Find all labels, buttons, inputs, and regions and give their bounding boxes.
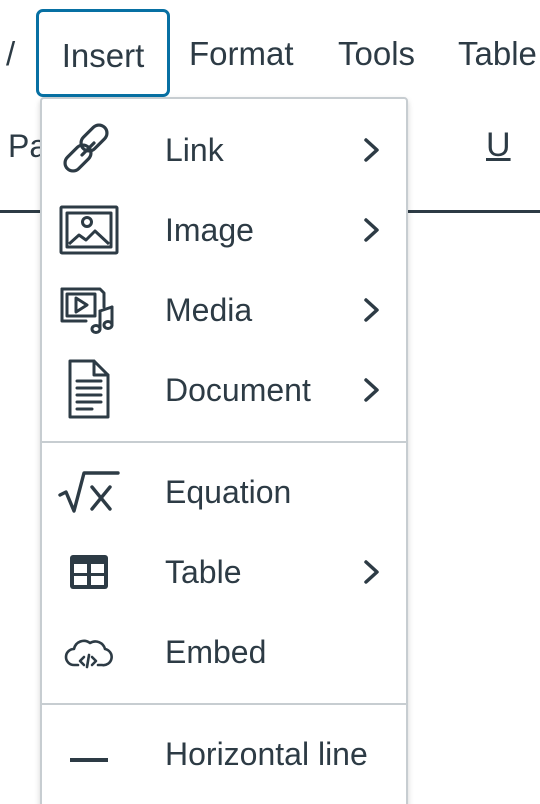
menu-item-equation[interactable]: Equation [42,453,406,531]
underline-button[interactable]: U [486,126,511,165]
menu-view-partial[interactable]: / [6,0,15,104]
menu-divider [42,441,406,443]
menu-item-image[interactable]: Image [42,191,406,269]
menu-item-label: Horizontal line [165,736,368,772]
menu-item-document[interactable]: Document [42,351,406,429]
chevron-right-icon [360,215,384,245]
menu-item-label: Equation [165,474,292,510]
link-icon [56,117,120,181]
horizontal-line-icon [56,721,120,785]
table-icon [56,539,120,603]
menu-insert[interactable]: Insert [36,9,170,97]
menubar: / Insert Format Tools Table [0,0,540,104]
menu-item-label: Embed [165,634,267,670]
insert-menu: Link Image Media Document Equation Table… [40,97,408,804]
menu-item-label: Media [165,292,253,328]
chevron-right-icon [360,375,384,405]
image-icon [56,197,120,261]
menu-item-label: Table [165,554,242,590]
menu-item-table[interactable]: Table [42,533,406,611]
editor-page: / Insert Format Tools Table Pa I U Link [0,0,540,804]
document-icon [56,357,120,421]
menu-item-media[interactable]: Media [42,271,406,349]
menu-tools[interactable]: Tools [338,0,415,104]
media-icon [56,277,120,341]
equation-icon [56,459,120,523]
menu-item-embed[interactable]: Embed [42,613,406,691]
chevron-right-icon [360,295,384,325]
menu-table[interactable]: Table [458,0,537,104]
menu-format[interactable]: Format [189,0,294,104]
menu-item-label: Link [165,132,224,168]
menu-item-label: Document [165,372,311,408]
chevron-right-icon [360,557,384,587]
menu-item-horizontal-line[interactable]: Horizontal line [42,715,406,793]
menu-divider [42,703,406,705]
chevron-right-icon [360,135,384,165]
menu-item-label: Image [165,212,254,248]
embed-icon [56,619,120,683]
menu-item-link[interactable]: Link [42,111,406,189]
